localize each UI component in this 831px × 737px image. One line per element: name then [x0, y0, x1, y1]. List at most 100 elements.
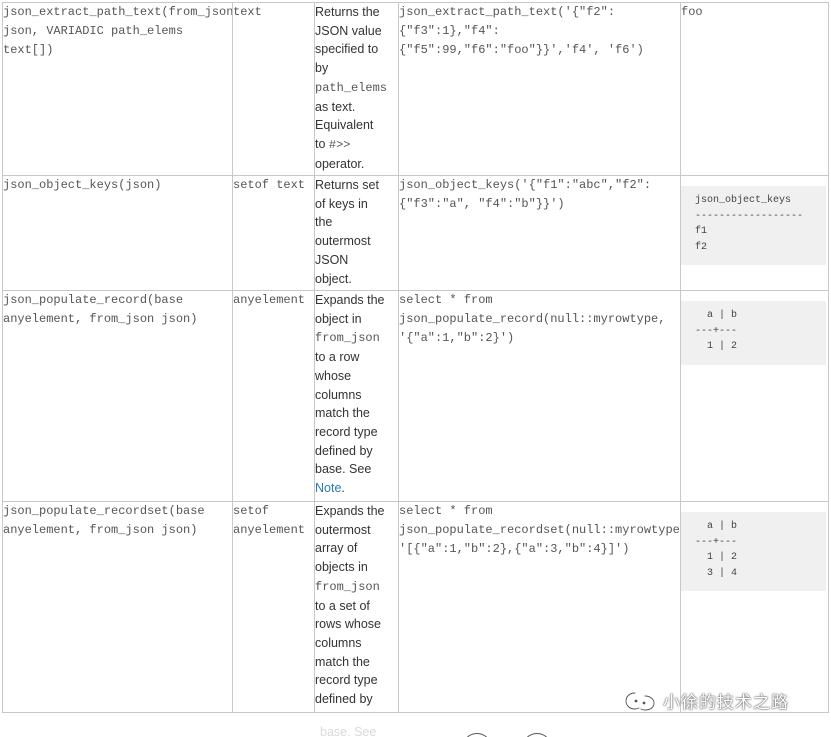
function-signature-line: json_object_keys(json)	[3, 178, 162, 192]
description-text: JSON	[315, 252, 349, 267]
description-line: outermost	[316, 521, 398, 540]
example-line: json_populate_record(null::myrowtype,	[399, 312, 666, 326]
result-output-line: ---+---	[695, 325, 738, 337]
description-line: base. See	[316, 460, 398, 479]
return-type-cell: text	[232, 2, 315, 176]
example-cell: select * from json_populate_recordset(nul…	[398, 501, 681, 713]
function-signature-line: json_populate_record(base	[3, 293, 184, 307]
description-text: by	[315, 61, 329, 76]
description-line: Returns the	[315, 4, 398, 22]
description-text: objects in	[315, 560, 368, 575]
description-line: whose	[315, 367, 398, 386]
description-line: JSON value	[315, 22, 398, 41]
table-body: json_extract_path_text(from_json json, VA…	[2, 2, 829, 713]
description-cell: Returns the JSON value specified to by path_…	[314, 2, 399, 176]
description-line: defined by	[316, 690, 398, 709]
description-line: Note.	[316, 479, 398, 498]
description-line: columns	[316, 386, 398, 405]
function-signature-line: json, VARIADIC path_elems	[3, 24, 184, 38]
description-cell: Expands the object in from_jsonto a row who…	[314, 290, 399, 502]
example-line: json_extract_path_text('{"f2":	[399, 5, 616, 19]
function-signature-cell: json_populate_recordset(base anyelement, …	[2, 501, 233, 713]
function-signature-line: text[])	[3, 43, 54, 57]
example-line: '[{"a":1,"b":2},{"a":3,"b":4}]')	[399, 542, 630, 556]
description-line: of keys in	[316, 195, 398, 214]
watermark-text: 小徐的技术之路	[663, 693, 789, 713]
return-type-line: anyelement	[233, 523, 306, 537]
example-line: {"f3":1},"f4":	[399, 24, 500, 38]
return-type-cell: setof anyelement	[232, 501, 315, 713]
return-type-cell: setof text	[232, 175, 315, 291]
description-text: defined by	[315, 443, 373, 458]
description-line: Expands the	[315, 292, 398, 310]
example-line: json_populate_recordset(null::myrowtype,	[399, 523, 681, 537]
function-signature-line: anyelement, from_json json)	[3, 312, 198, 326]
description-code: path_elems	[315, 80, 388, 95]
note-link[interactable]: Note	[316, 481, 342, 495]
result-cell: a | b ---+--- 1 | 2	[680, 290, 829, 502]
description-code: #>>	[328, 137, 351, 152]
example-line: select * from	[399, 504, 493, 518]
description-line: from_json	[315, 328, 398, 348]
result-text: foo	[681, 5, 703, 19]
result-cell: foo	[680, 2, 829, 176]
description-code: from_json	[315, 331, 380, 346]
description-text: to a set of	[315, 598, 370, 613]
description-line: outermost	[316, 232, 398, 251]
description-text: match the	[315, 654, 370, 669]
description-line: to #>>	[316, 135, 398, 155]
page-cutoff	[0, 724, 831, 737]
description-line: the	[315, 213, 398, 232]
description-text: Expands the	[315, 504, 385, 518]
description-text: JSON value	[315, 23, 382, 38]
description-text: .	[341, 481, 345, 496]
description-line: Expands the	[315, 503, 398, 521]
function-signature-cell: json_extract_path_text(from_json json, VA…	[2, 2, 233, 176]
result-output-block: json_object_keys ------------------ f1 f2	[681, 186, 826, 265]
description-text: object in	[315, 311, 362, 326]
description-text: record type	[315, 673, 378, 688]
description-text: specified to	[315, 42, 379, 57]
table-row: json_populate_recordset(base anyelement, …	[2, 501, 829, 713]
result-output-line: json_object_keys	[695, 195, 792, 206]
table-row: json_extract_path_text(from_json json, VA…	[2, 2, 829, 176]
description-text: to a row	[315, 350, 360, 365]
description-line: JSON	[315, 251, 398, 270]
example-line: '{"a":1,"b":2}')	[399, 331, 515, 345]
wechat-official-account-icon	[625, 691, 655, 711]
example-cell: json_extract_path_text('{"f2": {"f3":1},"…	[398, 2, 681, 176]
result-output-line: 3 | 4	[695, 567, 738, 579]
description-line: operator.	[316, 155, 398, 174]
description-text: record type	[315, 424, 378, 439]
description-line: object in	[315, 310, 398, 329]
description-text: Equivalent	[315, 118, 374, 133]
return-type-line: setof text	[233, 178, 306, 192]
description-text: whose	[315, 368, 352, 383]
result-cell: json_object_keys ------------------ f1 f2	[680, 175, 829, 291]
description-code: from_json	[315, 579, 380, 594]
example-cell: json_object_keys('{"f1":"abc","f2": {"f3"…	[398, 175, 681, 291]
result-output-line: a | b	[695, 521, 738, 532]
description-line: objects in	[315, 558, 398, 577]
description-text: array of	[315, 541, 358, 556]
result-output-block: a | b ---+--- 1 | 2 3 | 4	[681, 512, 826, 591]
description-text: rows whose	[315, 617, 382, 632]
cutoff-text: base. See	[320, 725, 377, 737]
result-output-line: ---+---	[695, 536, 738, 548]
return-type-line: text	[233, 5, 262, 19]
example-line: json_object_keys('{"f1":"abc","f2":	[399, 178, 652, 192]
description-text: Expands the	[315, 293, 385, 307]
description-text: match the	[315, 406, 370, 421]
json-functions-table: json_extract_path_text(from_json json, VA…	[2, 2, 829, 713]
description-line: record type	[315, 671, 398, 690]
return-type-line: anyelement	[233, 293, 306, 307]
description-line: rows whose	[315, 615, 398, 634]
description-line: by	[315, 59, 398, 78]
description-text: Returns the	[315, 5, 380, 19]
example-cell: select * from json_populate_record(null::…	[398, 290, 681, 502]
description-text: as text.	[315, 99, 356, 114]
description-line: as text.	[315, 98, 398, 117]
description-line: match the	[315, 653, 398, 672]
function-signature-cell: json_object_keys(json)	[2, 175, 233, 291]
description-text: the	[315, 215, 333, 230]
